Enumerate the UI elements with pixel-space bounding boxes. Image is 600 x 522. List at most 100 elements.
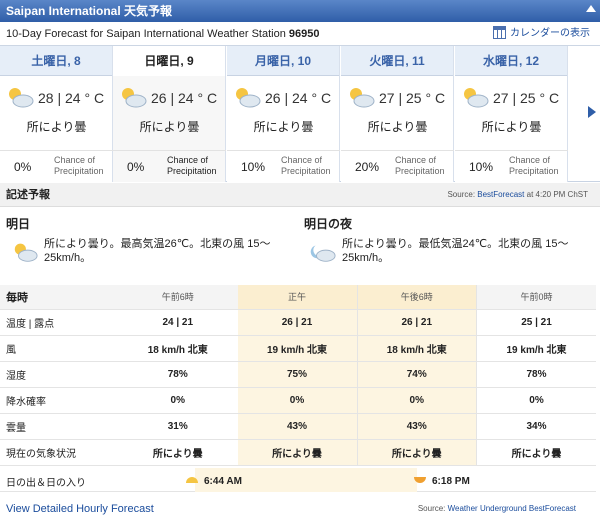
day-label: 水曜日, 12 — [455, 46, 567, 76]
row-label: 雲量 — [0, 413, 118, 440]
table-cell: 24 | 21 — [118, 309, 238, 336]
precip-label: Chance of Precipitation — [509, 155, 559, 176]
widget-title: Saipan International 天気予報 — [6, 4, 173, 18]
day-temps: 26 | 24 ° C — [151, 90, 218, 106]
day-card[interactable]: 水曜日, 12 27 | 25 ° C 所により曇 10% Chance of P… — [455, 46, 568, 182]
day-temps: 26 | 24 ° C — [265, 90, 332, 106]
widget-titlebar: Saipan International 天気予報 — [0, 0, 600, 22]
table-cell: 78% — [476, 361, 596, 388]
hour-column-label: 午後6時 — [356, 285, 477, 310]
hour-column-label: 午前0時 — [476, 285, 596, 310]
table-row: 降水確率 0% 0% 0% 0% — [0, 387, 596, 414]
table-cell: 19 km/h 北東 — [237, 335, 357, 362]
footer: View Detailed Hourly Forecast Source: We… — [0, 496, 600, 522]
partly-cloudy-icon — [236, 88, 261, 108]
bestforecast-link[interactable]: BestForecast — [477, 190, 524, 199]
table-cell: 0% — [356, 387, 477, 414]
precip-block: 10% Chance of Precipitation — [455, 150, 568, 182]
day-card[interactable]: 火曜日, 11 27 | 25 ° C 所により曇 20% Chance of P… — [341, 46, 454, 182]
day-card[interactable]: 月曜日, 10 26 | 24 ° C 所により曇 10% Chance of P… — [227, 46, 340, 182]
partly-cloudy-icon — [350, 88, 375, 108]
table-cell: 0% — [118, 387, 238, 414]
table-cell: 所により曇 — [476, 439, 596, 466]
collapse-icon[interactable] — [586, 5, 596, 12]
row-label: 降水確率 — [0, 387, 118, 414]
precip-label: Chance of Precipitation — [54, 155, 104, 176]
table-cell: 31% — [118, 413, 238, 440]
table-row: 現在の気象状況 所により曇 所により曇 所により曇 所により曇 — [0, 439, 596, 466]
tomorrow-title: 明日 — [6, 217, 31, 231]
precip-label: Chance of Precipitation — [395, 155, 445, 176]
next-days-arrow-icon[interactable] — [588, 106, 596, 118]
table-cell: 43% — [356, 413, 477, 440]
day-condition: 所により曇 — [26, 120, 87, 134]
table-cell: 18 km/h 北東 — [118, 335, 238, 362]
precip-block: 20% Chance of Precipitation — [341, 150, 454, 182]
tomorrow-text: 所により曇り。最高気温26℃。北東の風 15～25km/h。 — [44, 238, 271, 264]
table-cell: 0% — [237, 387, 357, 414]
day-label: 日曜日, 9 — [113, 46, 225, 76]
calendar-link[interactable]: カレンダーの表示 — [493, 22, 590, 46]
precip-percent: 0% — [14, 160, 32, 174]
forecast-subheader: 10-Day Forecast for Saipan International… — [0, 22, 600, 46]
night-title: 明日の夜 — [304, 217, 353, 231]
table-cell: 78% — [118, 361, 238, 388]
partly-cloudy-icon — [14, 243, 38, 262]
partly-cloudy-icon — [122, 88, 147, 108]
sunset-icon — [414, 477, 426, 483]
table-row: 温度 | 露点 24 | 21 26 | 21 26 | 21 25 | 21 — [0, 309, 596, 336]
day-condition: 所により曇 — [253, 120, 314, 134]
sun-row-label: 日の出＆日の入り — [6, 478, 86, 489]
sunset-mark: 6:18 PM — [414, 476, 470, 487]
calendar-icon — [493, 26, 506, 39]
hourly-heading: 毎時 — [0, 285, 118, 310]
footer-source: Source: Weather Underground BestForecast — [417, 504, 576, 513]
partly-cloudy-icon — [464, 88, 489, 108]
table-cell: 26 | 21 — [356, 309, 477, 336]
day-temps: 28 | 24 ° C — [38, 90, 105, 106]
day-label: 土曜日, 8 — [0, 46, 112, 76]
table-cell: 26 | 21 — [237, 309, 357, 336]
table-cell: 0% — [476, 387, 596, 414]
hourly-table: 毎時 午前6時 正午 午後6時 午前0時 温度 | 露点 24 | 21 26 … — [0, 285, 596, 466]
row-label: 風 — [0, 335, 118, 362]
table-cell: 25 | 21 — [476, 309, 596, 336]
narrative-night: 明日の夜 所により曇り。最低気温24℃。北東の風 15～25km/h。 — [304, 215, 594, 264]
precip-label: Chance of Precipitation — [167, 155, 217, 176]
day-temps: 27 | 25 ° C — [493, 90, 560, 106]
row-label: 現在の気象状況 — [0, 439, 118, 466]
day-card-selected[interactable]: 日曜日, 9 26 | 24 ° C 所により曇 0% Chance of Pre… — [113, 46, 226, 182]
precip-block: 0% Chance of Precipitation — [113, 150, 226, 182]
table-cell: 34% — [476, 413, 596, 440]
sunrise-mark: 6:44 AM — [186, 476, 242, 487]
table-cell: 75% — [237, 361, 357, 388]
table-row: 風 18 km/h 北東 19 km/h 北東 18 km/h 北東 19 km… — [0, 335, 596, 362]
station-id: 96950 — [288, 28, 320, 40]
table-cell: 所により曇 — [356, 439, 477, 466]
table-row: 湿度 78% 75% 74% 78% — [0, 361, 596, 388]
forecast-description: 10-Day Forecast for Saipan International… — [6, 28, 289, 40]
detailed-hourly-link[interactable]: View Detailed Hourly Forecast — [6, 496, 154, 522]
partly-cloudy-icon — [9, 88, 34, 108]
table-cell: 74% — [356, 361, 477, 388]
hour-column-label: 正午 — [237, 285, 357, 310]
sunrise-sunset-row: 日の出＆日の入り 6:44 AM 6:18 PM — [0, 468, 596, 492]
table-cell: 18 km/h 北東 — [356, 335, 477, 362]
precip-percent: 10% — [241, 160, 266, 174]
table-cell: 19 km/h 北東 — [476, 335, 596, 362]
calendar-label: カレンダーの表示 — [510, 28, 590, 39]
day-card[interactable]: 土曜日, 8 28 | 24 ° C 所により曇 0% Chance of Pre… — [0, 46, 113, 182]
cloudy-night-icon — [310, 245, 336, 262]
wunderground-link[interactable]: Weather Underground BestForecast — [448, 504, 576, 513]
table-cell: 43% — [237, 413, 357, 440]
hourly-header-row: 毎時 午前6時 正午 午後6時 午前0時 — [0, 285, 596, 310]
table-cell: 所により曇 — [118, 439, 238, 466]
table-row: 雲量 31% 43% 43% 34% — [0, 413, 596, 440]
day-temps: 27 | 25 ° C — [379, 90, 446, 106]
narrative-tomorrow: 明日 所により曇り。最高気温26℃。北東の風 15～25km/h。 — [6, 215, 296, 264]
table-cell: 所により曇 — [237, 439, 357, 466]
row-label: 湿度 — [0, 361, 118, 388]
precip-label: Chance of Precipitation — [281, 155, 331, 176]
day-label: 火曜日, 11 — [341, 46, 453, 76]
row-label: 温度 | 露点 — [0, 309, 118, 336]
